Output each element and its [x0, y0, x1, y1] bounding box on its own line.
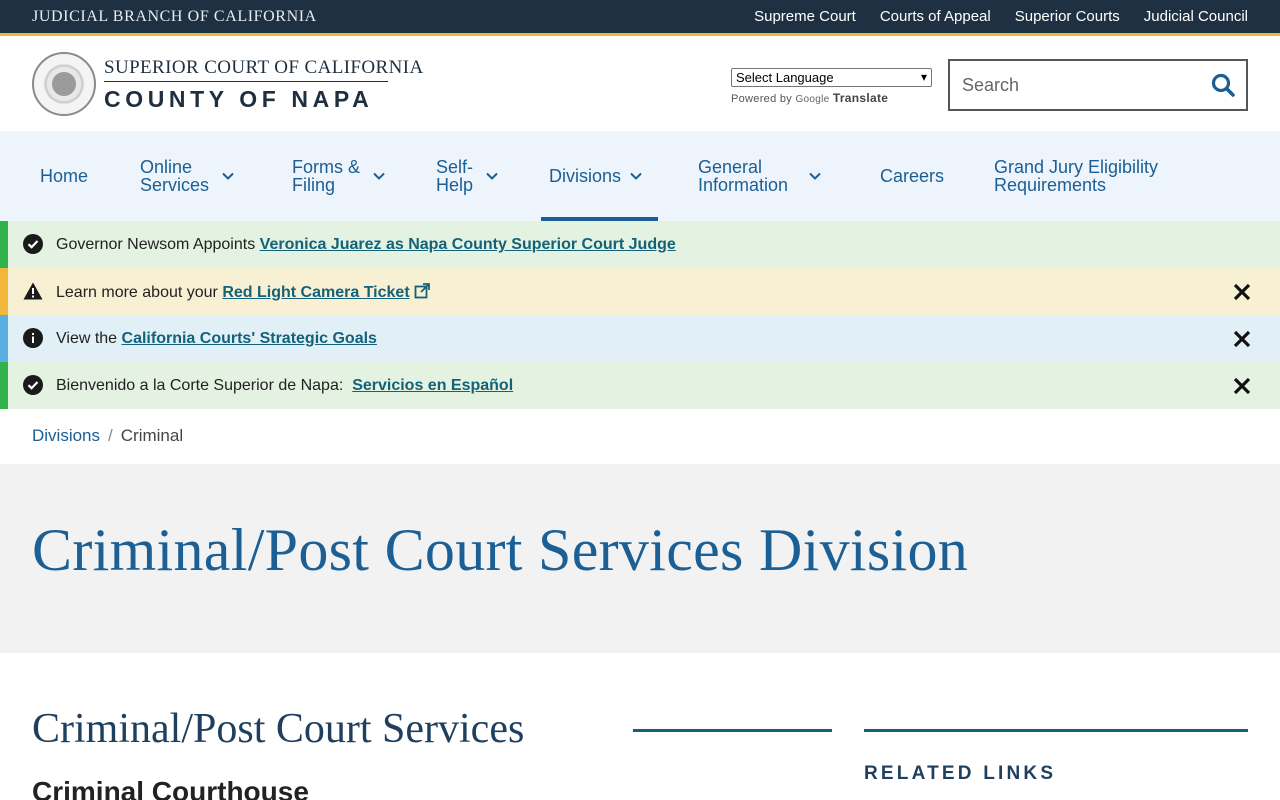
close-icon[interactable]	[1232, 376, 1252, 396]
nav-careers[interactable]: Careers	[880, 131, 944, 221]
alert-link-spanish-services[interactable]: Servicios en Español	[352, 377, 513, 394]
court-name-line2[interactable]: COUNTY OF NAPA	[104, 86, 373, 113]
warning-icon	[23, 282, 43, 300]
breadcrumb: Divisions / Criminal	[32, 426, 183, 446]
alert-prefix: Governor Newsom Appoints	[56, 236, 260, 253]
court-seal-logo[interactable]	[32, 52, 96, 116]
alert-prefix: View the	[56, 330, 122, 347]
alert-spanish-services: Bienvenido a la Corte Superior de Napa: …	[0, 362, 1280, 409]
link-superior-courts[interactable]: Superior Courts	[1015, 8, 1120, 25]
powered-by-google-translate: Powered by Google Translate	[731, 91, 888, 105]
court-name-divider	[104, 81, 388, 82]
alert-link-red-light[interactable]: Red Light Camera Ticket	[222, 284, 409, 301]
alert-prefix: Bienvenido a la Corte Superior de Napa:	[56, 377, 353, 394]
nav-label-line2: Requirements	[994, 175, 1107, 195]
alert-accent-bar	[0, 268, 8, 315]
breadcrumb-divisions[interactable]: Divisions	[32, 426, 100, 445]
nav-divisions-label: Divisions	[549, 166, 622, 186]
alert-accent-bar	[0, 315, 8, 362]
nav-label-line1: General	[698, 157, 763, 177]
nav-grand-jury[interactable]: Grand Jury Eligibility Requirements	[994, 131, 1158, 221]
courthouse-heading: Criminal Courthouse	[32, 776, 309, 800]
translate-label[interactable]: Translate	[833, 91, 888, 105]
alert-accent-bar	[0, 221, 8, 268]
alert-prefix: Learn more about your	[56, 284, 223, 301]
chevron-down-icon	[222, 172, 234, 180]
search-icon[interactable]	[1210, 72, 1236, 98]
nav-label-line1: Online	[140, 157, 193, 177]
nav-label-line1: Grand Jury Eligibility	[994, 157, 1159, 177]
chevron-down-icon	[809, 172, 821, 180]
judicial-branch-bar: JUDICIAL BRANCH OF CALIFORNIA Supreme Co…	[0, 0, 1280, 36]
nav-label-line2: Help	[436, 175, 474, 195]
nav-label-line2: Filing	[292, 175, 336, 195]
search-box[interactable]: Search	[948, 59, 1248, 111]
main-nav: Home Online Services Forms & Filing Self- H…	[0, 131, 1280, 221]
nav-label-line1: Self-	[436, 157, 474, 177]
section-heading: Criminal/Post Court Services	[32, 706, 525, 752]
nav-label-line2: Information	[698, 175, 789, 195]
info-icon	[23, 328, 43, 348]
alert-text: Bienvenido a la Corte Superior de Napa: …	[56, 377, 513, 395]
court-name-line1[interactable]: SUPERIOR COURT OF CALIFORNIA	[104, 57, 424, 79]
link-supreme-court[interactable]: Supreme Court	[754, 8, 856, 25]
nav-self-help-label: Self- Help	[436, 158, 473, 194]
page-title: Criminal/Post Court Services Division	[32, 517, 969, 583]
alert-text: Learn more about your Red Light Camera T…	[56, 283, 430, 302]
language-select[interactable]: Select Language	[731, 68, 932, 87]
nav-general-information-label: General Information	[698, 158, 788, 194]
close-icon[interactable]	[1232, 329, 1252, 349]
judicial-branch-title[interactable]: JUDICIAL BRANCH OF CALIFORNIA	[32, 8, 317, 26]
alert-accent-bar	[0, 362, 8, 409]
check-circle-icon	[23, 234, 43, 254]
link-judicial-council[interactable]: Judicial Council	[1144, 8, 1248, 25]
nav-grand-jury-label: Grand Jury Eligibility Requirements	[994, 158, 1158, 194]
alert-link-strategic-goals[interactable]: California Courts' Strategic Goals	[122, 330, 377, 347]
nav-home-label: Home	[40, 166, 89, 186]
nav-careers-label: Careers	[880, 166, 945, 186]
site-header: SUPERIOR COURT OF CALIFORNIA COUNTY OF N…	[0, 39, 1280, 131]
nav-online-services[interactable]: Online Services	[140, 131, 235, 221]
chevron-down-icon	[486, 172, 498, 180]
powered-by-label: Powered by	[731, 93, 793, 105]
breadcrumb-separator: /	[108, 426, 113, 445]
nav-divisions[interactable]: Divisions	[541, 131, 658, 221]
chevron-down-icon	[373, 172, 385, 180]
branch-links: Supreme Court Courts of Appeal Superior …	[754, 8, 1248, 25]
link-courts-of-appeal[interactable]: Courts of Appeal	[880, 8, 991, 25]
language-select-value: Select Language	[736, 70, 834, 85]
nav-online-services-label: Online Services	[140, 158, 209, 194]
search-input[interactable]: Search	[962, 75, 1019, 96]
alert-link-appointment[interactable]: Veronica Juarez as Napa County Superior …	[260, 236, 676, 253]
check-circle-icon	[23, 375, 43, 395]
google-logo-text: Google	[795, 94, 830, 105]
section-heading-rule	[633, 729, 832, 732]
nav-general-information[interactable]: General Information	[698, 131, 822, 221]
alert-red-light: Learn more about your Red Light Camera T…	[0, 268, 1280, 315]
page-hero: Criminal/Post Court Services Division	[0, 464, 1280, 653]
breadcrumb-current: Criminal	[120, 426, 184, 445]
nav-forms-filing[interactable]: Forms & Filing	[292, 131, 386, 221]
nav-home[interactable]: Home	[40, 131, 88, 221]
external-link-icon[interactable]	[414, 283, 430, 299]
sidebar-rule	[864, 729, 1248, 732]
nav-label-line1: Forms &	[292, 157, 361, 177]
close-icon[interactable]	[1232, 282, 1252, 302]
nav-forms-filing-label: Forms & Filing	[292, 158, 360, 194]
chevron-down-icon	[630, 172, 642, 180]
related-links-title: RELATED LINKS	[864, 763, 1057, 784]
alert-text: View the California Courts' Strategic Go…	[56, 330, 377, 348]
nav-label-line2: Services	[140, 175, 210, 195]
nav-self-help[interactable]: Self- Help	[436, 131, 499, 221]
alert-strategic-goals: View the California Courts' Strategic Go…	[0, 315, 1280, 362]
alert-text: Governor Newsom Appoints Veronica Juarez…	[56, 236, 676, 254]
alert-appointment: Governor Newsom Appoints Veronica Juarez…	[0, 221, 1280, 268]
